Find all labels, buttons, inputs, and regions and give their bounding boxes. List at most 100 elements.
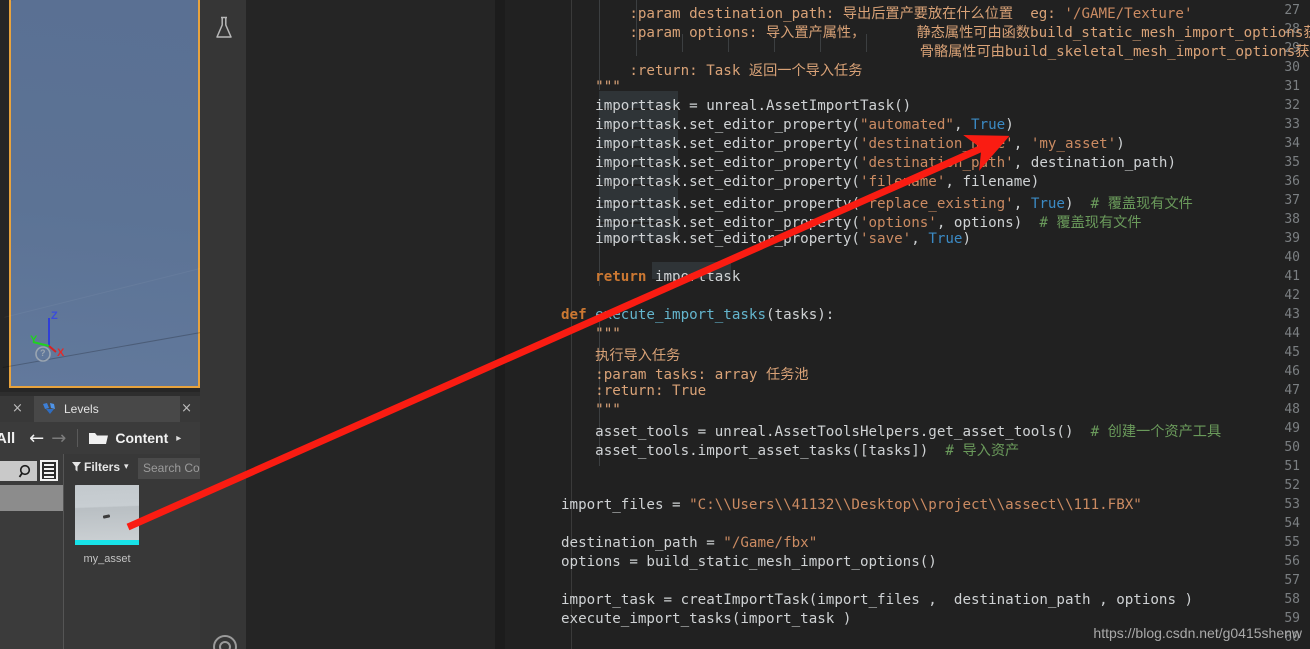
filter-funnel-icon <box>72 462 81 472</box>
code-line[interactable]: importtask.set_editor_property('save', T… <box>561 231 971 247</box>
code-line[interactable]: :param tasks: array 任务池 <box>561 364 809 384</box>
filters-button[interactable]: Filters ▾ <box>72 460 129 474</box>
code-token: (tasks): <box>766 307 834 323</box>
asset-tile[interactable]: my_asset <box>75 485 139 549</box>
code-token: execute_import_tasks(import_task ) <box>561 611 851 627</box>
folder-icon <box>89 431 108 445</box>
code-token: :return: Task 返回一个导入任务 <box>561 63 862 79</box>
code-line[interactable]: importtask.set_editor_property("automate… <box>561 117 1014 133</box>
code-token: """ <box>561 79 621 95</box>
code-token: importtask.set_editor_property( <box>561 215 860 231</box>
code-token: ) <box>1116 136 1125 152</box>
asset-thumbnail[interactable] <box>75 485 139 545</box>
editor-left-toolstrip <box>200 0 246 649</box>
code-token <box>587 307 596 323</box>
code-line[interactable]: :return: True <box>561 383 706 399</box>
code-line[interactable]: asset_tools.import_asset_tasks([tasks]) … <box>561 440 1019 460</box>
tab-levels-label: Levels <box>64 402 99 416</box>
filter-all-label[interactable]: All <box>0 430 15 447</box>
code-line[interactable]: options = build_static_mesh_import_optio… <box>561 554 937 570</box>
code-token: :return: True <box>561 383 706 399</box>
code-line[interactable]: """ <box>561 402 621 418</box>
code-token: , options) <box>937 215 1040 231</box>
code-token: """ <box>561 326 621 342</box>
unreal-left-panel: Z Y X ? × Levels × <box>0 0 200 649</box>
code-token: 'replace_existing' <box>860 196 1014 212</box>
code-token: return <box>595 269 646 285</box>
code-line[interactable]: """ <box>561 326 621 342</box>
close-icon-left[interactable]: × <box>12 401 23 416</box>
code-line[interactable]: import_task = creatImportTask(import_fil… <box>561 592 1193 608</box>
code-line[interactable]: :param destination_path: 导出后置产要放在什么位置 eg… <box>561 3 1193 23</box>
code-token: destination_path = <box>561 535 723 551</box>
code-text-area[interactable]: :param destination_path: 导出后置产要放在什么位置 eg… <box>561 0 1310 649</box>
code-token: 'destination_path' <box>860 155 1014 171</box>
back-arrow-icon[interactable]: ← <box>29 428 44 449</box>
code-token: True <box>928 231 962 247</box>
level-viewport[interactable]: Z Y X ? <box>0 0 200 392</box>
code-token: :param destination_path: 导出后置产要放在什么位置 eg… <box>561 6 1064 22</box>
app-window: Z Y X ? × Levels × <box>0 0 1310 649</box>
code-token: importtask = unreal.AssetImportTask() <box>561 98 911 114</box>
circle-icon[interactable] <box>212 634 238 649</box>
code-line[interactable]: importtask.set_editor_property('replace_… <box>561 193 1193 213</box>
code-token: 骨骼属性可由build_skeletal_mesh_import_options… <box>561 44 1310 60</box>
code-token: import_files = <box>561 497 689 513</box>
code-token: ) <box>962 231 971 247</box>
chevron-right-icon[interactable]: ▸ <box>176 433 181 444</box>
code-line[interactable]: execute_import_tasks(import_task ) <box>561 611 851 627</box>
code-token: # 覆盖现有文件 <box>1039 215 1141 231</box>
code-line[interactable]: return importtask <box>561 269 740 285</box>
sources-search-input[interactable] <box>0 461 37 481</box>
code-line[interactable]: import_files = "C:\\Users\\41132\\Deskto… <box>561 497 1142 513</box>
code-token: importtask <box>646 269 740 285</box>
code-editor[interactable]: 2728293031323334353637383940414243444546… <box>505 0 1310 649</box>
flask-icon[interactable] <box>214 16 234 44</box>
code-line[interactable]: importtask.set_editor_property('filename… <box>561 174 1039 190</box>
sources-list-view-icon[interactable] <box>40 460 58 481</box>
code-line[interactable]: asset_tools = unreal.AssetToolsHelpers.g… <box>561 421 1221 441</box>
sources-selected-row[interactable] <box>0 485 63 511</box>
code-line[interactable]: importtask.set_editor_property('destinat… <box>561 155 1176 171</box>
code-line[interactable]: """ <box>561 79 621 95</box>
close-icon-right[interactable]: × <box>181 401 192 416</box>
code-token: :param options: 导入置产属性， 静态属性可由函数build_st… <box>561 25 1310 41</box>
content-browser-sources-panel <box>0 454 63 649</box>
code-line[interactable]: destination_path = "/Game/fbx" <box>561 535 817 551</box>
code-line[interactable]: importtask.set_editor_property('options'… <box>561 212 1142 232</box>
forward-arrow-icon[interactable]: → <box>51 428 66 449</box>
code-line[interactable]: :param options: 导入置产属性， 静态属性可由函数build_st… <box>561 22 1310 42</box>
gizmo-help-label[interactable]: ? <box>40 348 46 358</box>
toolbar-divider <box>77 429 78 447</box>
code-token: """ <box>561 402 621 418</box>
code-token: importtask.set_editor_property( <box>561 196 860 212</box>
flask-icon-svg <box>214 16 234 40</box>
code-token: 'my_asset' <box>1031 136 1116 152</box>
breadcrumb[interactable]: Content <box>115 430 168 446</box>
code-line[interactable]: 骨骼属性可由build_skeletal_mesh_import_options… <box>561 41 1310 61</box>
circle-icon-svg <box>212 634 238 649</box>
filters-label: Filters <box>84 460 120 474</box>
code-line[interactable]: :return: Task 返回一个导入任务 <box>561 60 862 80</box>
code-token: # 导入资产 <box>945 443 1019 459</box>
code-line[interactable]: importtask = unreal.AssetImportTask() <box>561 98 911 114</box>
levels-tab-bar: × Levels × <box>0 396 200 422</box>
code-token: , <box>1014 136 1031 152</box>
viewport-axis-gizmo: Z Y X ? <box>29 306 89 366</box>
code-token: "automated" <box>860 117 954 133</box>
gizmo-y-label: Y <box>30 334 37 346</box>
code-token: execute_import_tasks <box>595 307 766 323</box>
code-token: 'options' <box>860 215 937 231</box>
code-line[interactable]: def execute_import_tasks(tasks): <box>561 307 834 323</box>
gizmo-x-label: X <box>57 347 64 359</box>
search-icon <box>18 464 33 479</box>
asset-search-input[interactable]: Search Co <box>138 458 202 479</box>
code-line[interactable]: importtask.set_editor_property('destinat… <box>561 136 1125 152</box>
code-line[interactable]: 执行导入任务 <box>561 345 680 365</box>
editor-gutter[interactable] <box>505 0 561 649</box>
viewport-active-border: Z Y X ? <box>9 0 200 388</box>
tab-levels[interactable]: Levels <box>34 396 180 422</box>
code-token: True <box>1031 196 1065 212</box>
code-token: # 创建一个资产工具 <box>1091 424 1222 440</box>
viewport-canvas[interactable]: Z Y X ? <box>11 0 198 386</box>
